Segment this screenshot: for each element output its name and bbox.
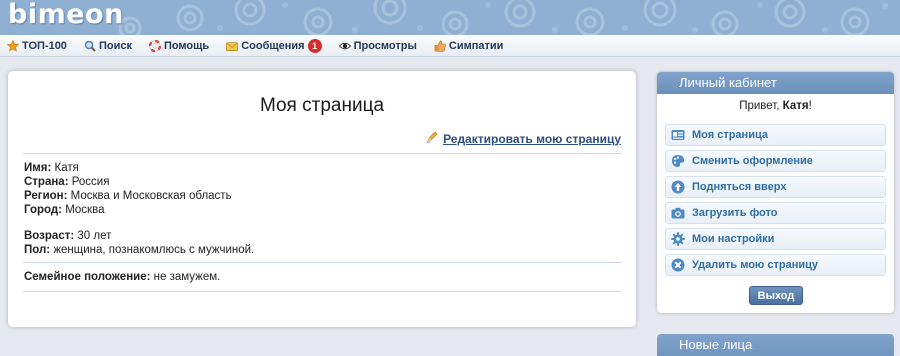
star-icon — [7, 39, 19, 52]
messages-count-badge: 1 — [307, 38, 322, 53]
nav-help-label: Помощь — [163, 39, 210, 52]
location-info: Имя: Катя Страна: Россия Регион: Москва … — [24, 161, 232, 217]
arrow-up-circle-icon — [671, 180, 685, 194]
menu-delete-page-label: Удалить мою страницу — [692, 259, 818, 271]
region-label: Регион: — [24, 190, 68, 202]
menu-rise-up-label: Подняться вверх — [692, 181, 787, 193]
menu-settings-label: Мои настройки — [692, 233, 775, 245]
personal-cabinet-panel: Личный кабинет Привет, Катя! Моя страниц… — [657, 72, 894, 313]
nav-top100[interactable]: ТОП-100 — [7, 39, 67, 52]
new-faces-panel-title: Новые лица — [657, 334, 894, 356]
divider — [23, 153, 621, 154]
menu-my-page[interactable]: Моя страница — [665, 124, 886, 146]
page-title: Моя страница — [259, 95, 385, 116]
greeting: Привет, Катя! — [657, 100, 894, 112]
menu-change-theme[interactable]: Сменить оформление — [665, 150, 886, 172]
divider — [23, 262, 621, 263]
greeting-name: Катя — [782, 100, 809, 112]
divider — [23, 291, 621, 292]
menu-change-theme-label: Сменить оформление — [692, 155, 813, 167]
nav-search[interactable]: Поиск — [84, 40, 132, 52]
name-label: Имя: — [24, 162, 52, 174]
thumbs-up-icon — [434, 39, 446, 52]
nav-top100-label: ТОП-100 — [22, 39, 67, 52]
edit-profile-label: Редактировать мою страницу — [443, 131, 621, 146]
logout-button[interactable]: Выход — [749, 286, 803, 305]
nav-help[interactable]: Помощь — [148, 39, 210, 52]
gender-label: Пол: — [24, 244, 51, 256]
profile-card-icon — [671, 128, 685, 142]
city-label: Город: — [24, 204, 62, 216]
lifebuoy-icon — [148, 39, 161, 52]
personal-info: Возраст: 30 лет Пол: женщина, познакомлю… — [24, 229, 254, 257]
eye-icon — [338, 40, 351, 52]
country-label: Страна: — [24, 176, 69, 188]
menu-my-page-label: Моя страница — [692, 129, 768, 141]
envelope-icon — [226, 40, 239, 52]
delete-circle-icon — [671, 258, 685, 272]
marital-value: не замужем. — [153, 271, 221, 283]
marital-info: Семейное положение: не замужем. — [24, 270, 220, 284]
nav-likes-label: Симпатии — [448, 39, 504, 52]
region-value: Москва и Московская область — [70, 190, 232, 202]
country-value: Россия — [71, 176, 110, 188]
menu-upload-photo[interactable]: Загрузить фото — [665, 202, 886, 224]
top-navbar: ТОП-100 Поиск Помощь Сообщения 1 Просмот… — [0, 35, 900, 57]
gear-icon — [671, 232, 685, 246]
nav-views-label: Просмотры — [353, 39, 417, 52]
header-banner: bimeon — [0, 0, 900, 35]
age-label: Возраст: — [24, 230, 75, 242]
profile-card: Моя страница Редактировать мою страницу … — [8, 71, 636, 327]
nav-views[interactable]: Просмотры — [338, 39, 417, 52]
menu-delete-page[interactable]: Удалить мою страницу — [665, 254, 886, 276]
name-value: Катя — [54, 162, 79, 174]
edit-profile-link[interactable]: Редактировать мою страницу — [426, 131, 621, 146]
palette-icon — [671, 154, 685, 168]
magnifier-icon — [84, 40, 96, 52]
menu-settings[interactable]: Мои настройки — [665, 228, 886, 250]
nav-messages[interactable]: Сообщения 1 — [226, 38, 322, 53]
gender-value: женщина, познакомлюсь с мужчиной. — [53, 244, 255, 256]
pencil-icon — [426, 131, 438, 146]
panel-title: Личный кабинет — [657, 72, 894, 94]
greeting-suffix: ! — [808, 100, 812, 112]
marital-label: Семейное положение: — [24, 271, 151, 283]
menu-upload-photo-label: Загрузить фото — [692, 207, 778, 219]
nav-likes[interactable]: Симпатии — [434, 39, 504, 52]
menu-rise-up[interactable]: Подняться вверх — [665, 176, 886, 198]
nav-messages-label: Сообщения — [241, 39, 305, 52]
banner-pattern — [118, 0, 888, 35]
age-value: 30 лет — [77, 230, 112, 242]
site-logo[interactable]: bimeon — [8, 0, 124, 30]
camera-icon — [671, 206, 685, 220]
nav-search-label: Поиск — [98, 39, 132, 52]
city-value: Москва — [65, 204, 105, 216]
greeting-prefix: Привет, — [739, 100, 783, 112]
